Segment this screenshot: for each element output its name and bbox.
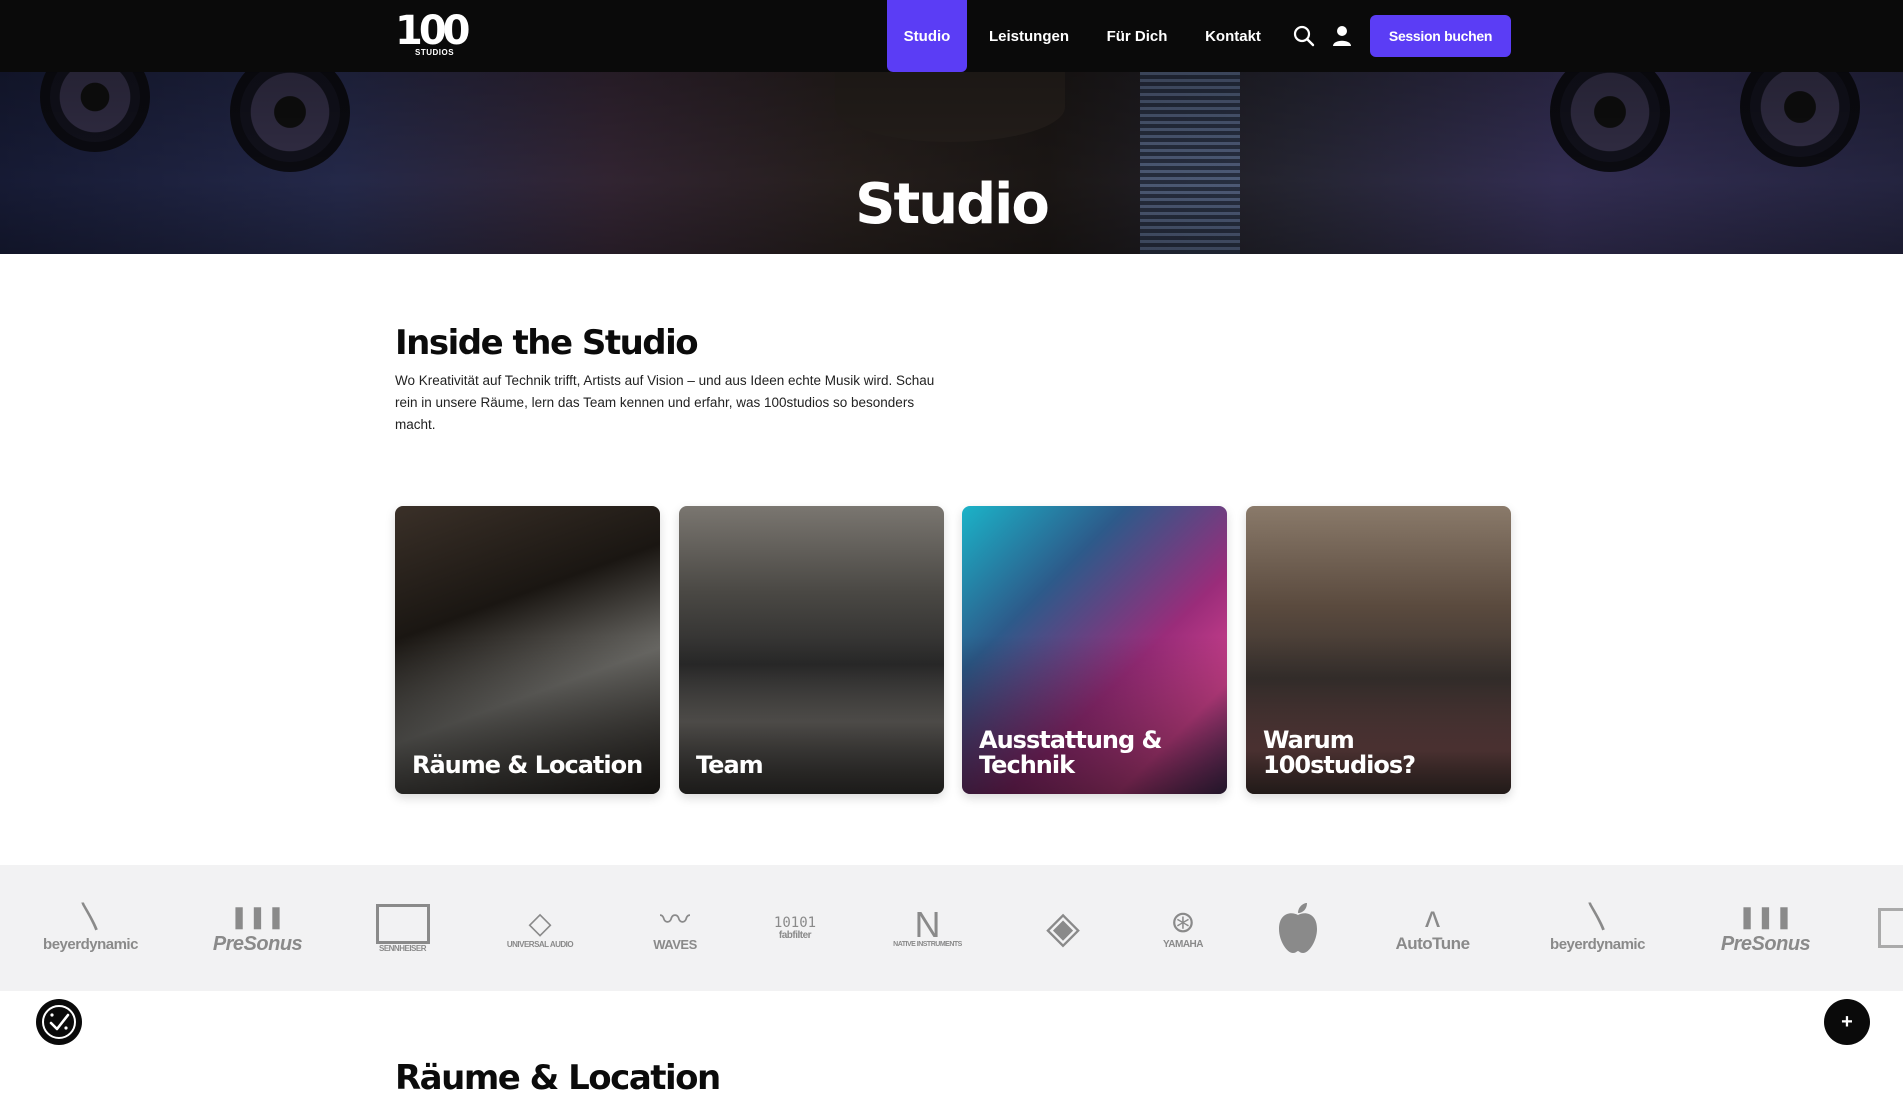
sennheiser-mark-icon (375, 903, 430, 944)
card-label: Räume & Location (412, 751, 643, 779)
brand-logo-strip: 〵 beyerdynamic ❚❚❚ PreSonus SENNHEISER ◇… (0, 865, 1903, 991)
nav-kontakt[interactable]: Kontakt (1201, 0, 1265, 72)
brand-logo-yamaha: ⊛ YAMAHA (1163, 905, 1203, 950)
card-ausstattung-technik[interactable]: Ausstattung & Technik (962, 506, 1227, 794)
sennheiser-mark-icon (1878, 908, 1903, 948)
universal-audio-mark-icon: ◇ (528, 906, 552, 940)
nav-studio[interactable]: Studio (887, 0, 967, 72)
nav-leistungen[interactable]: Leistungen (985, 0, 1073, 72)
autotune-mark-icon: ʌ (1425, 901, 1440, 934)
card-raeume-location[interactable]: Räume & Location (395, 506, 660, 794)
logo-subtitle: STUDIOS (415, 48, 455, 57)
brand-logo-native-instruments: N NATIVE INSTRUMENTS (893, 903, 962, 948)
hero-banner: Studio (0, 72, 1903, 254)
cookie-settings-icon (42, 1005, 76, 1039)
section-title: Inside the Studio (395, 323, 699, 363)
presonus-mark-icon: ❚❚❚ (1737, 903, 1794, 929)
fabfilter-mark-icon: 10101 (773, 914, 817, 931)
brand-logo-autotune: ʌ AutoTune (1395, 901, 1470, 954)
brand-logo-waves: 〰 WAVES (653, 903, 697, 952)
apple-icon (1279, 903, 1317, 953)
brand-logo-beyerdynamic: 〵 beyerdynamic (43, 902, 138, 953)
book-session-button[interactable]: Session buchen (1370, 15, 1511, 57)
brand-logo-sennheiser-partial (1878, 898, 1903, 958)
card-label: Ausstattung & Technik (979, 726, 1162, 779)
brand-logo-fabfilter: 10101 fabfilter (773, 914, 817, 941)
nav-fuer-dich[interactable]: Für Dich (1103, 0, 1171, 72)
neumann-diamond-icon: ◈ (1046, 903, 1080, 952)
search-icon[interactable] (1290, 22, 1318, 50)
card-team[interactable]: Team (679, 506, 944, 794)
brand-logo-universal-audio: ◇ UNIVERSAL AUDIO (506, 906, 574, 949)
brand-logo-apple (1270, 898, 1326, 958)
card-label: Team (696, 751, 764, 779)
brand-logo-neumann: ◈ (1035, 898, 1091, 958)
hero-title: Studio (855, 172, 1050, 237)
user-icon[interactable] (1328, 22, 1356, 50)
brand-logo-beyerdynamic: 〵 beyerdynamic (1550, 902, 1645, 953)
brand-logo-sennheiser: SENNHEISER (365, 898, 440, 958)
cookie-consent-button[interactable] (36, 999, 82, 1045)
waves-mark-icon: 〰 (660, 903, 690, 937)
card-label: Warum 100studios? (1263, 726, 1416, 779)
brand-logo-presonus: ❚❚❚ PreSonus (1718, 898, 1813, 958)
next-section-title: Räume & Location (395, 1058, 721, 1098)
section-intro-text: Wo Kreativität auf Technik trifft, Artis… (395, 373, 935, 432)
yamaha-mark-icon: ⊛ (1170, 905, 1196, 939)
site-header: 100 STUDIOS Studio Leistungen Für Dich K… (0, 0, 1903, 72)
plus-button[interactable]: + (1824, 999, 1870, 1045)
native-instruments-mark-icon: N (914, 903, 941, 945)
card-warum-100studios[interactable]: Warum 100studios? (1246, 506, 1511, 794)
brand-logo-presonus: ❚❚❚ PreSonus (210, 898, 305, 958)
beyerdynamic-mark-icon: 〵 (1582, 902, 1613, 936)
presonus-mark-icon: ❚❚❚ (229, 903, 286, 929)
site-logo[interactable]: 100 STUDIOS (395, 8, 475, 60)
beyerdynamic-mark-icon: 〵 (75, 902, 106, 936)
